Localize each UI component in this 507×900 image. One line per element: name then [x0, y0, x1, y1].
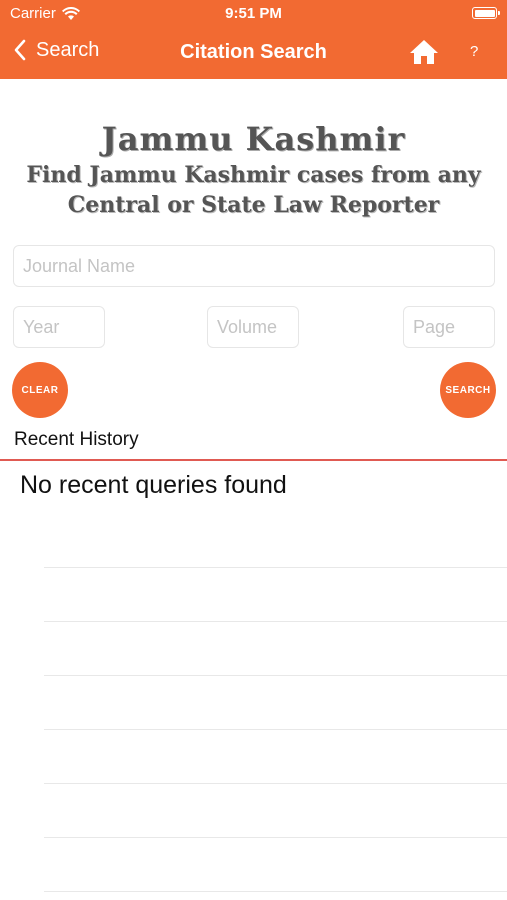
- heading: Jammu Kashmir Find Jammu Kashmir cases f…: [0, 118, 507, 220]
- volume-input[interactable]: [207, 306, 299, 348]
- search-button[interactable]: SEARCH: [440, 362, 496, 418]
- back-button[interactable]: Search: [12, 38, 99, 62]
- list-separator: [44, 729, 507, 730]
- heading-subtitle-line1: Find Jammu Kashmir cases from any: [26, 162, 481, 188]
- recent-history-label: Recent History: [14, 429, 139, 450]
- navigation-bar: Search Citation Search ?: [0, 28, 507, 79]
- battery-icon: [472, 7, 500, 19]
- chevron-left-icon: [14, 39, 26, 61]
- list-separator: [44, 567, 507, 568]
- list-separator: [44, 783, 507, 784]
- year-input[interactable]: [13, 306, 105, 348]
- list-separator: [44, 621, 507, 622]
- top-bar: Carrier 9:51 PM Search Citation Search ?: [0, 0, 507, 79]
- help-button[interactable]: ?: [470, 43, 478, 60]
- heading-subtitle-line2: Central or State Law Reporter: [67, 192, 440, 218]
- list-separator: [44, 891, 507, 892]
- clear-button[interactable]: CLEAR: [12, 362, 68, 418]
- history-divider: [0, 459, 507, 461]
- status-time: 9:51 PM: [225, 5, 282, 22]
- page-input[interactable]: [403, 306, 495, 348]
- empty-history-message: No recent queries found: [20, 471, 287, 499]
- status-bar: Carrier 9:51 PM: [0, 0, 507, 28]
- home-icon[interactable]: [408, 38, 440, 66]
- journal-name-input[interactable]: [13, 245, 495, 287]
- list-separator: [44, 837, 507, 838]
- list-separator: [44, 675, 507, 676]
- heading-title: Jammu Kashmir: [101, 120, 406, 158]
- back-button-label: Search: [36, 38, 100, 61]
